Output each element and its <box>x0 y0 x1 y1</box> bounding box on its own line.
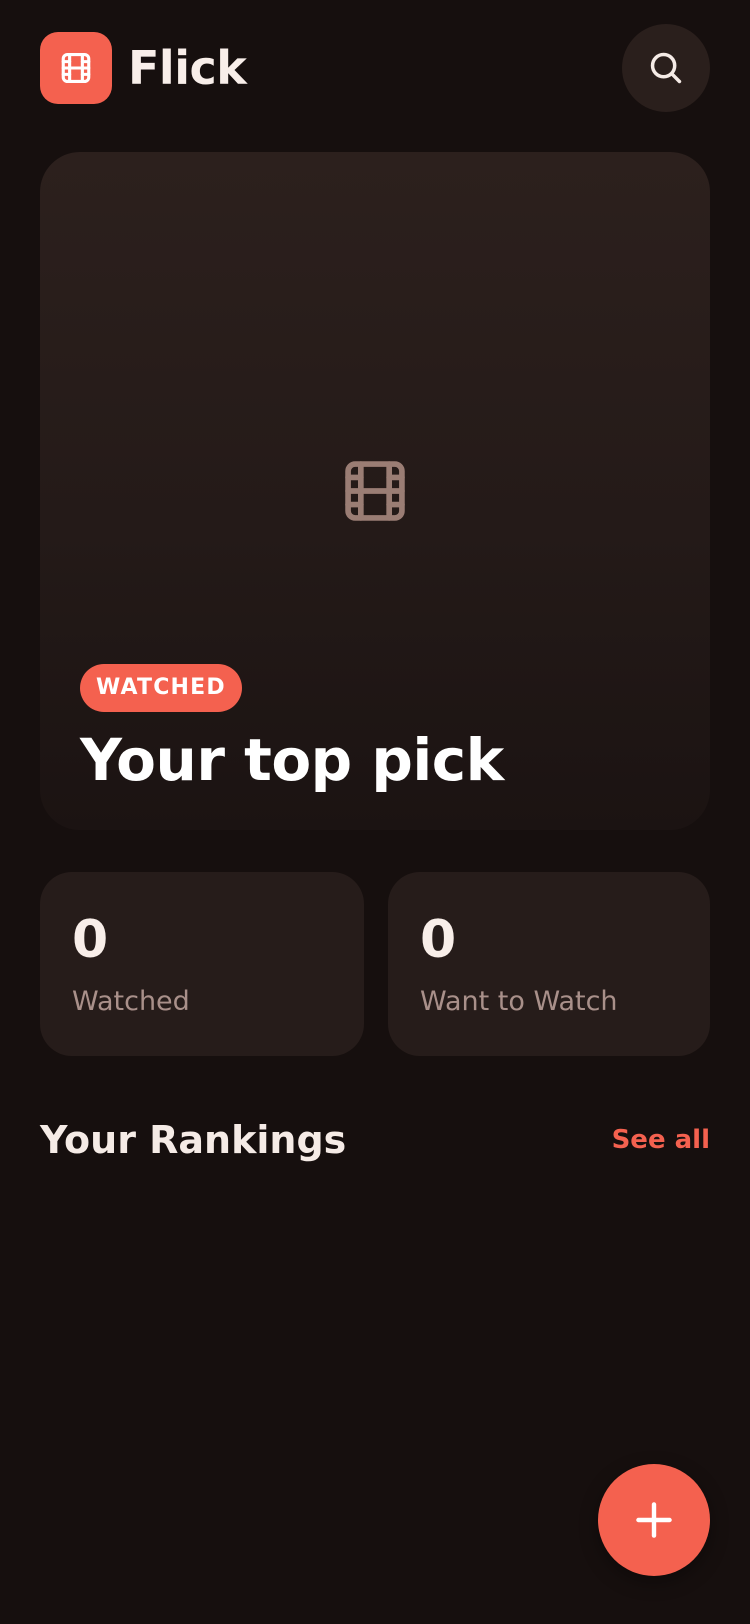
watched-count: 0 <box>72 910 109 970</box>
search-button[interactable] <box>622 24 710 112</box>
top-pick-title: Your top pick <box>80 726 504 794</box>
watched-label: Watched <box>72 986 190 1017</box>
rankings-title: Your Rankings <box>40 1118 347 1162</box>
search-icon <box>650 52 682 84</box>
watched-stat-card[interactable]: 0 Watched <box>40 872 364 1056</box>
app-logo <box>40 32 112 104</box>
want-to-watch-stat-card[interactable]: 0 Want to Watch <box>388 872 710 1056</box>
add-button[interactable] <box>598 1464 710 1576</box>
app-title: Flick <box>128 41 247 95</box>
app-header: Flick <box>40 24 710 112</box>
film-icon <box>345 461 405 521</box>
status-badge: WATCHED <box>80 664 242 712</box>
want-to-watch-label: Want to Watch <box>420 986 618 1017</box>
see-all-link[interactable]: See all <box>612 1112 710 1168</box>
film-icon <box>61 52 91 84</box>
want-to-watch-count: 0 <box>420 910 457 970</box>
top-pick-card[interactable]: WATCHED Your top pick <box>40 152 710 830</box>
plus-icon <box>636 1502 672 1538</box>
rankings-section-header: Your Rankings See all <box>40 1112 710 1168</box>
